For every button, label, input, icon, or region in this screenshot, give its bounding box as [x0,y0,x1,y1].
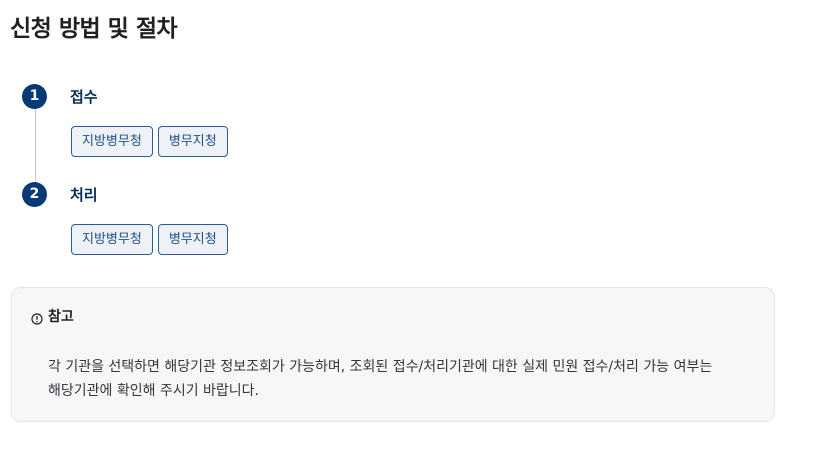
step-title-reception: 접수 [70,88,98,106]
note-header: 참고 [31,306,74,326]
info-circle-icon [31,310,43,325]
step-title-processing: 처리 [70,186,98,204]
agency-tag-regional-office[interactable]: 지방병무청 [71,224,153,255]
page-title: 신청 방법 및 절차 [10,16,178,42]
step-1-agency-tags: 지방병무청 병무지청 [71,126,228,157]
step-connector-line [35,108,36,193]
note-title: 참고 [48,309,74,325]
note-box: 참고 각 기관을 선택하면 해당기관 정보조회가 가능하며, 조회된 접수/처리… [11,287,775,422]
agency-tag-branch-office[interactable]: 병무지청 [157,126,228,157]
step-2-agency-tags: 지방병무청 병무지청 [71,224,228,255]
note-text: 각 기관을 선택하면 해당기관 정보조회가 가능하며, 조회된 접수/처리기관에… [48,359,713,399]
agency-tag-branch-office[interactable]: 병무지청 [157,224,228,255]
procedure-steps: 1 접수 지방병무청 병무지청 2 처리 지방병무청 병무지청 [22,84,622,264]
step-number-badge: 1 [22,84,47,109]
agency-tag-regional-office[interactable]: 지방병무청 [71,126,153,157]
step-number-badge: 2 [22,182,47,207]
